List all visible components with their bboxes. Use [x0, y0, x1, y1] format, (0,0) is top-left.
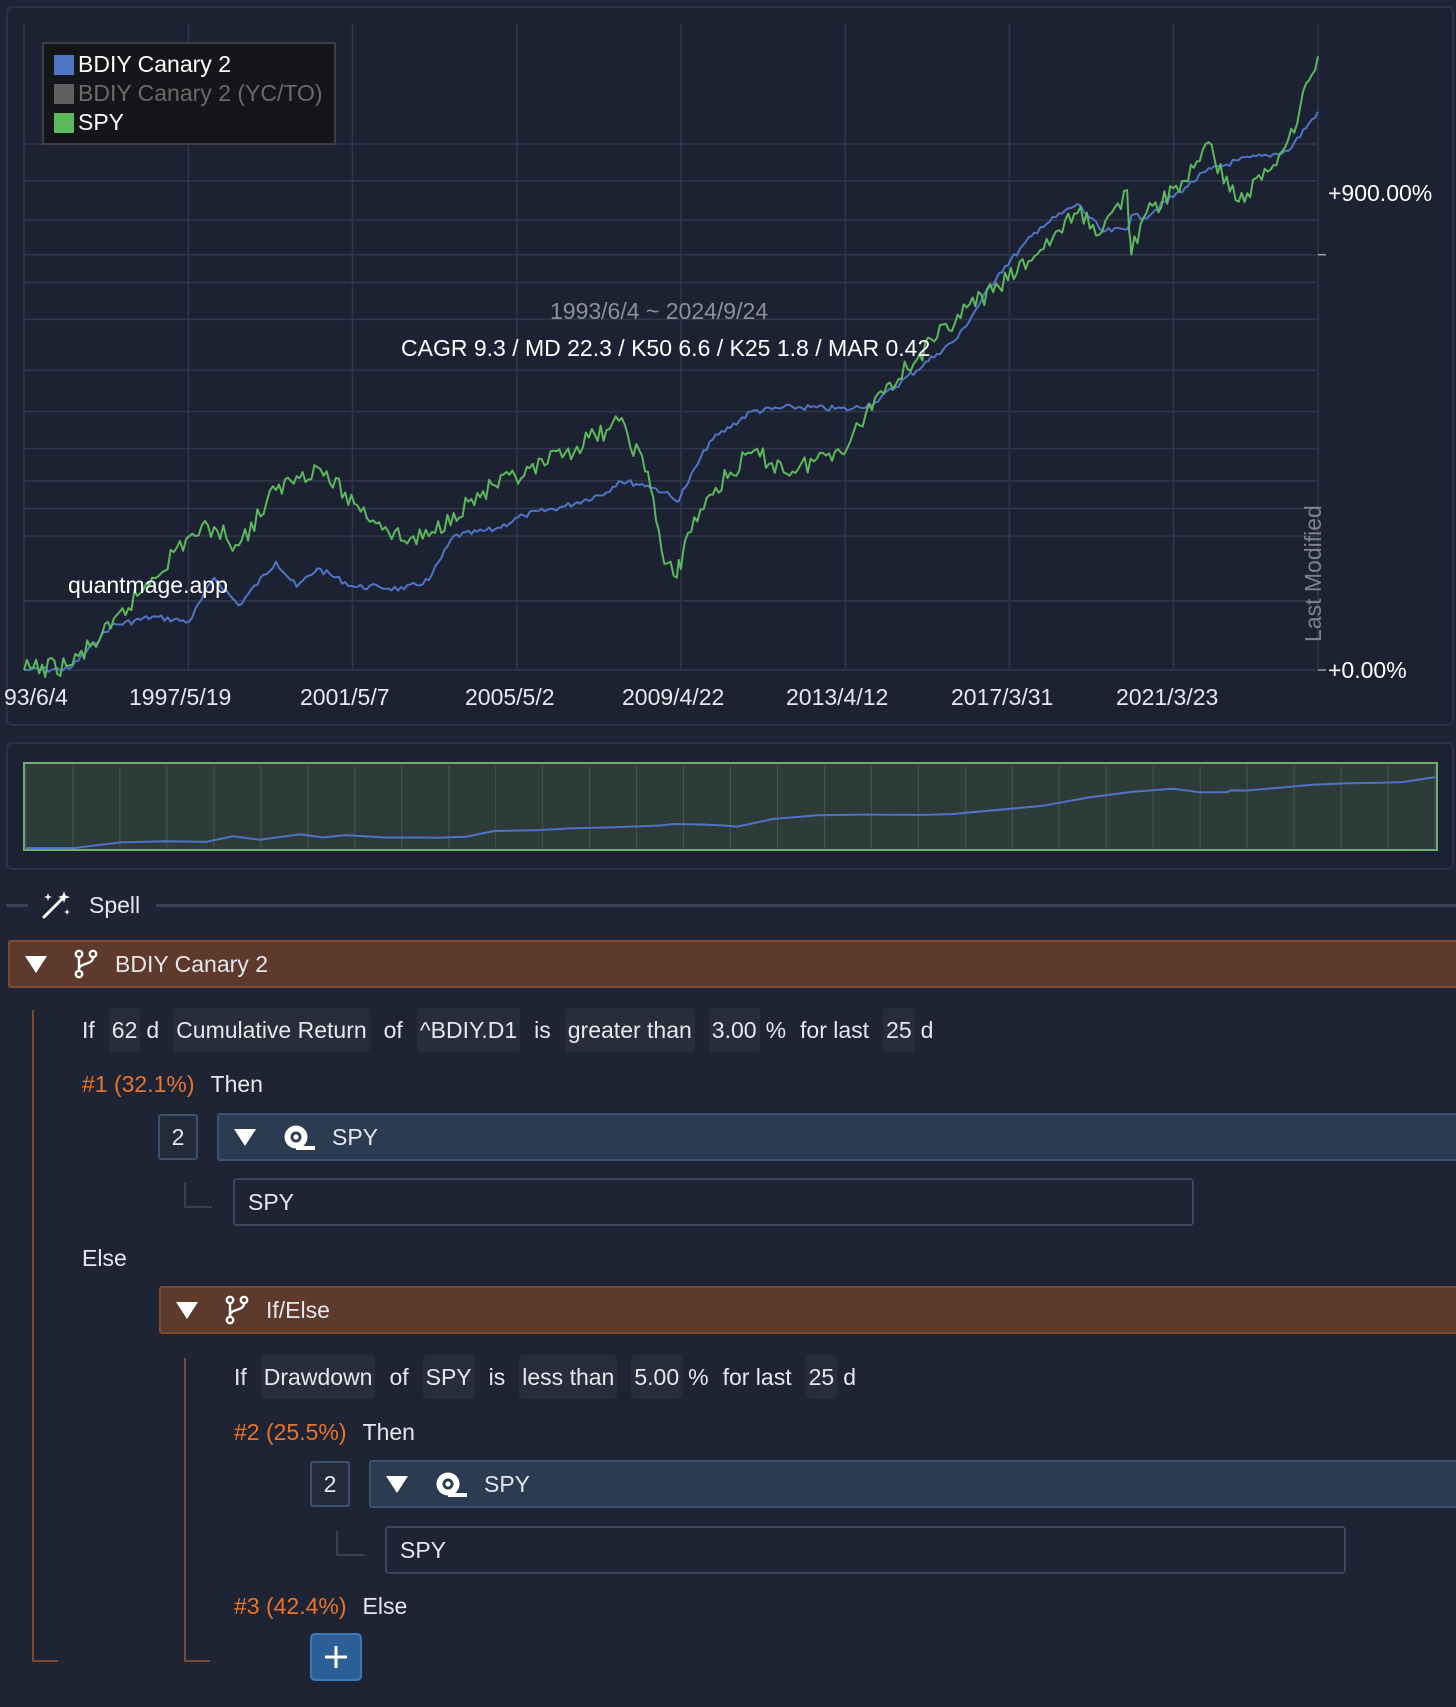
collapse-toggle-icon[interactable]: [386, 1475, 408, 1493]
spell-divider-left: [6, 904, 28, 907]
node-header-root[interactable]: BDIY Canary 2: [8, 940, 1456, 988]
spell-label: Spell: [89, 892, 141, 918]
branch-id-2: #2 (25.5%): [234, 1419, 347, 1445]
tree-branch-line-ifelse: [184, 1358, 186, 1662]
then-label-1: Then: [210, 1071, 263, 1097]
cond-comparator-select[interactable]: less than: [519, 1355, 618, 1399]
asset-group-title-1[interactable]: SPY: [332, 1124, 378, 1151]
weight-input-1[interactable]: 2: [158, 1114, 198, 1160]
collapse-toggle-icon[interactable]: [176, 1301, 198, 1319]
spell-section-header: Spell: [0, 888, 1456, 922]
cond-of: of: [383, 1017, 403, 1043]
cond-if: If: [234, 1364, 247, 1390]
asset-group-title-2[interactable]: SPY: [484, 1471, 530, 1498]
cond-for-last: for last: [800, 1017, 870, 1043]
tree-branch-line-root: [32, 1010, 34, 1662]
cond-of: of: [389, 1364, 409, 1390]
tree-connector: [184, 1183, 212, 1208]
cond-days-unit: d: [920, 1017, 934, 1043]
ticker-field-1[interactable]: SPY: [233, 1178, 1194, 1226]
ticker-field-2[interactable]: SPY: [385, 1526, 1346, 1574]
cond-days-unit: d: [843, 1364, 856, 1390]
cond-days-input[interactable]: 25: [883, 1008, 915, 1052]
cond-comparator-select[interactable]: greater than: [564, 1008, 695, 1052]
plus-icon: [325, 1646, 347, 1668]
ticker-group-icon: [284, 1125, 315, 1150]
cond-if: If: [82, 1017, 95, 1043]
cond-days-input[interactable]: 25: [805, 1355, 838, 1399]
else-label-row-3: #3 (42.4%) Else: [234, 1584, 407, 1628]
then-label-row-1: #1 (32.1%) Then: [82, 1062, 263, 1106]
spell-divider-right: [156, 904, 1456, 907]
else-label: Else: [82, 1245, 127, 1271]
cond-is: is: [488, 1364, 506, 1390]
weight-input-2[interactable]: 2: [310, 1461, 350, 1507]
add-node-button[interactable]: [310, 1633, 362, 1681]
cond-value-input[interactable]: 5.00: [631, 1355, 683, 1399]
cond-is: is: [534, 1017, 551, 1043]
cond-asset-input[interactable]: SPY: [422, 1355, 475, 1399]
node-header-ifelse[interactable]: If/Else: [159, 1286, 1456, 1334]
collapse-toggle-icon[interactable]: [25, 955, 47, 973]
tree-branch-foot-root: [32, 1660, 58, 1662]
cond-value-input[interactable]: 3.00: [708, 1008, 760, 1052]
branch-id-3: #3 (42.4%): [234, 1593, 347, 1619]
branch-id-1: #1 (32.1%): [82, 1071, 195, 1097]
cond-indicator-select[interactable]: Drawdown: [260, 1355, 376, 1399]
cond-for-last: for last: [722, 1364, 792, 1390]
tree-connector: [336, 1531, 364, 1556]
navigator-chart[interactable]: [0, 0, 1456, 880]
condition-root: If 62 d Cumulative Return of ^BDIY.D1 is…: [82, 1008, 933, 1052]
cond-percent: %: [765, 1017, 787, 1043]
magic-wand-icon: [42, 891, 70, 919]
node-title-root[interactable]: BDIY Canary 2: [115, 951, 268, 978]
asset-group-header-2[interactable]: SPY: [369, 1460, 1456, 1508]
then-label-2: Then: [362, 1419, 415, 1445]
cond-indicator-select[interactable]: Cumulative Return: [173, 1008, 370, 1052]
cond-asset-input[interactable]: ^BDIY.D1: [416, 1008, 521, 1052]
else-label-root: Else: [82, 1236, 127, 1280]
then-label-row-2: #2 (25.5%) Then: [234, 1410, 415, 1454]
node-title-ifelse[interactable]: If/Else: [266, 1297, 330, 1324]
asset-group-header-1[interactable]: SPY: [217, 1113, 1456, 1161]
branch-icon: [74, 949, 98, 979]
cond-window-input[interactable]: 62: [108, 1008, 141, 1052]
cond-window-unit: d: [146, 1017, 160, 1043]
collapse-toggle-icon[interactable]: [234, 1128, 256, 1146]
tree-branch-foot-ifelse: [184, 1660, 210, 1662]
ticker-group-icon: [436, 1472, 467, 1497]
cond-percent: %: [688, 1364, 709, 1390]
branch-icon: [225, 1295, 249, 1325]
else-label-3: Else: [362, 1593, 408, 1619]
condition-ifelse: If Drawdown of SPY is less than 5.00 % f…: [234, 1355, 856, 1399]
